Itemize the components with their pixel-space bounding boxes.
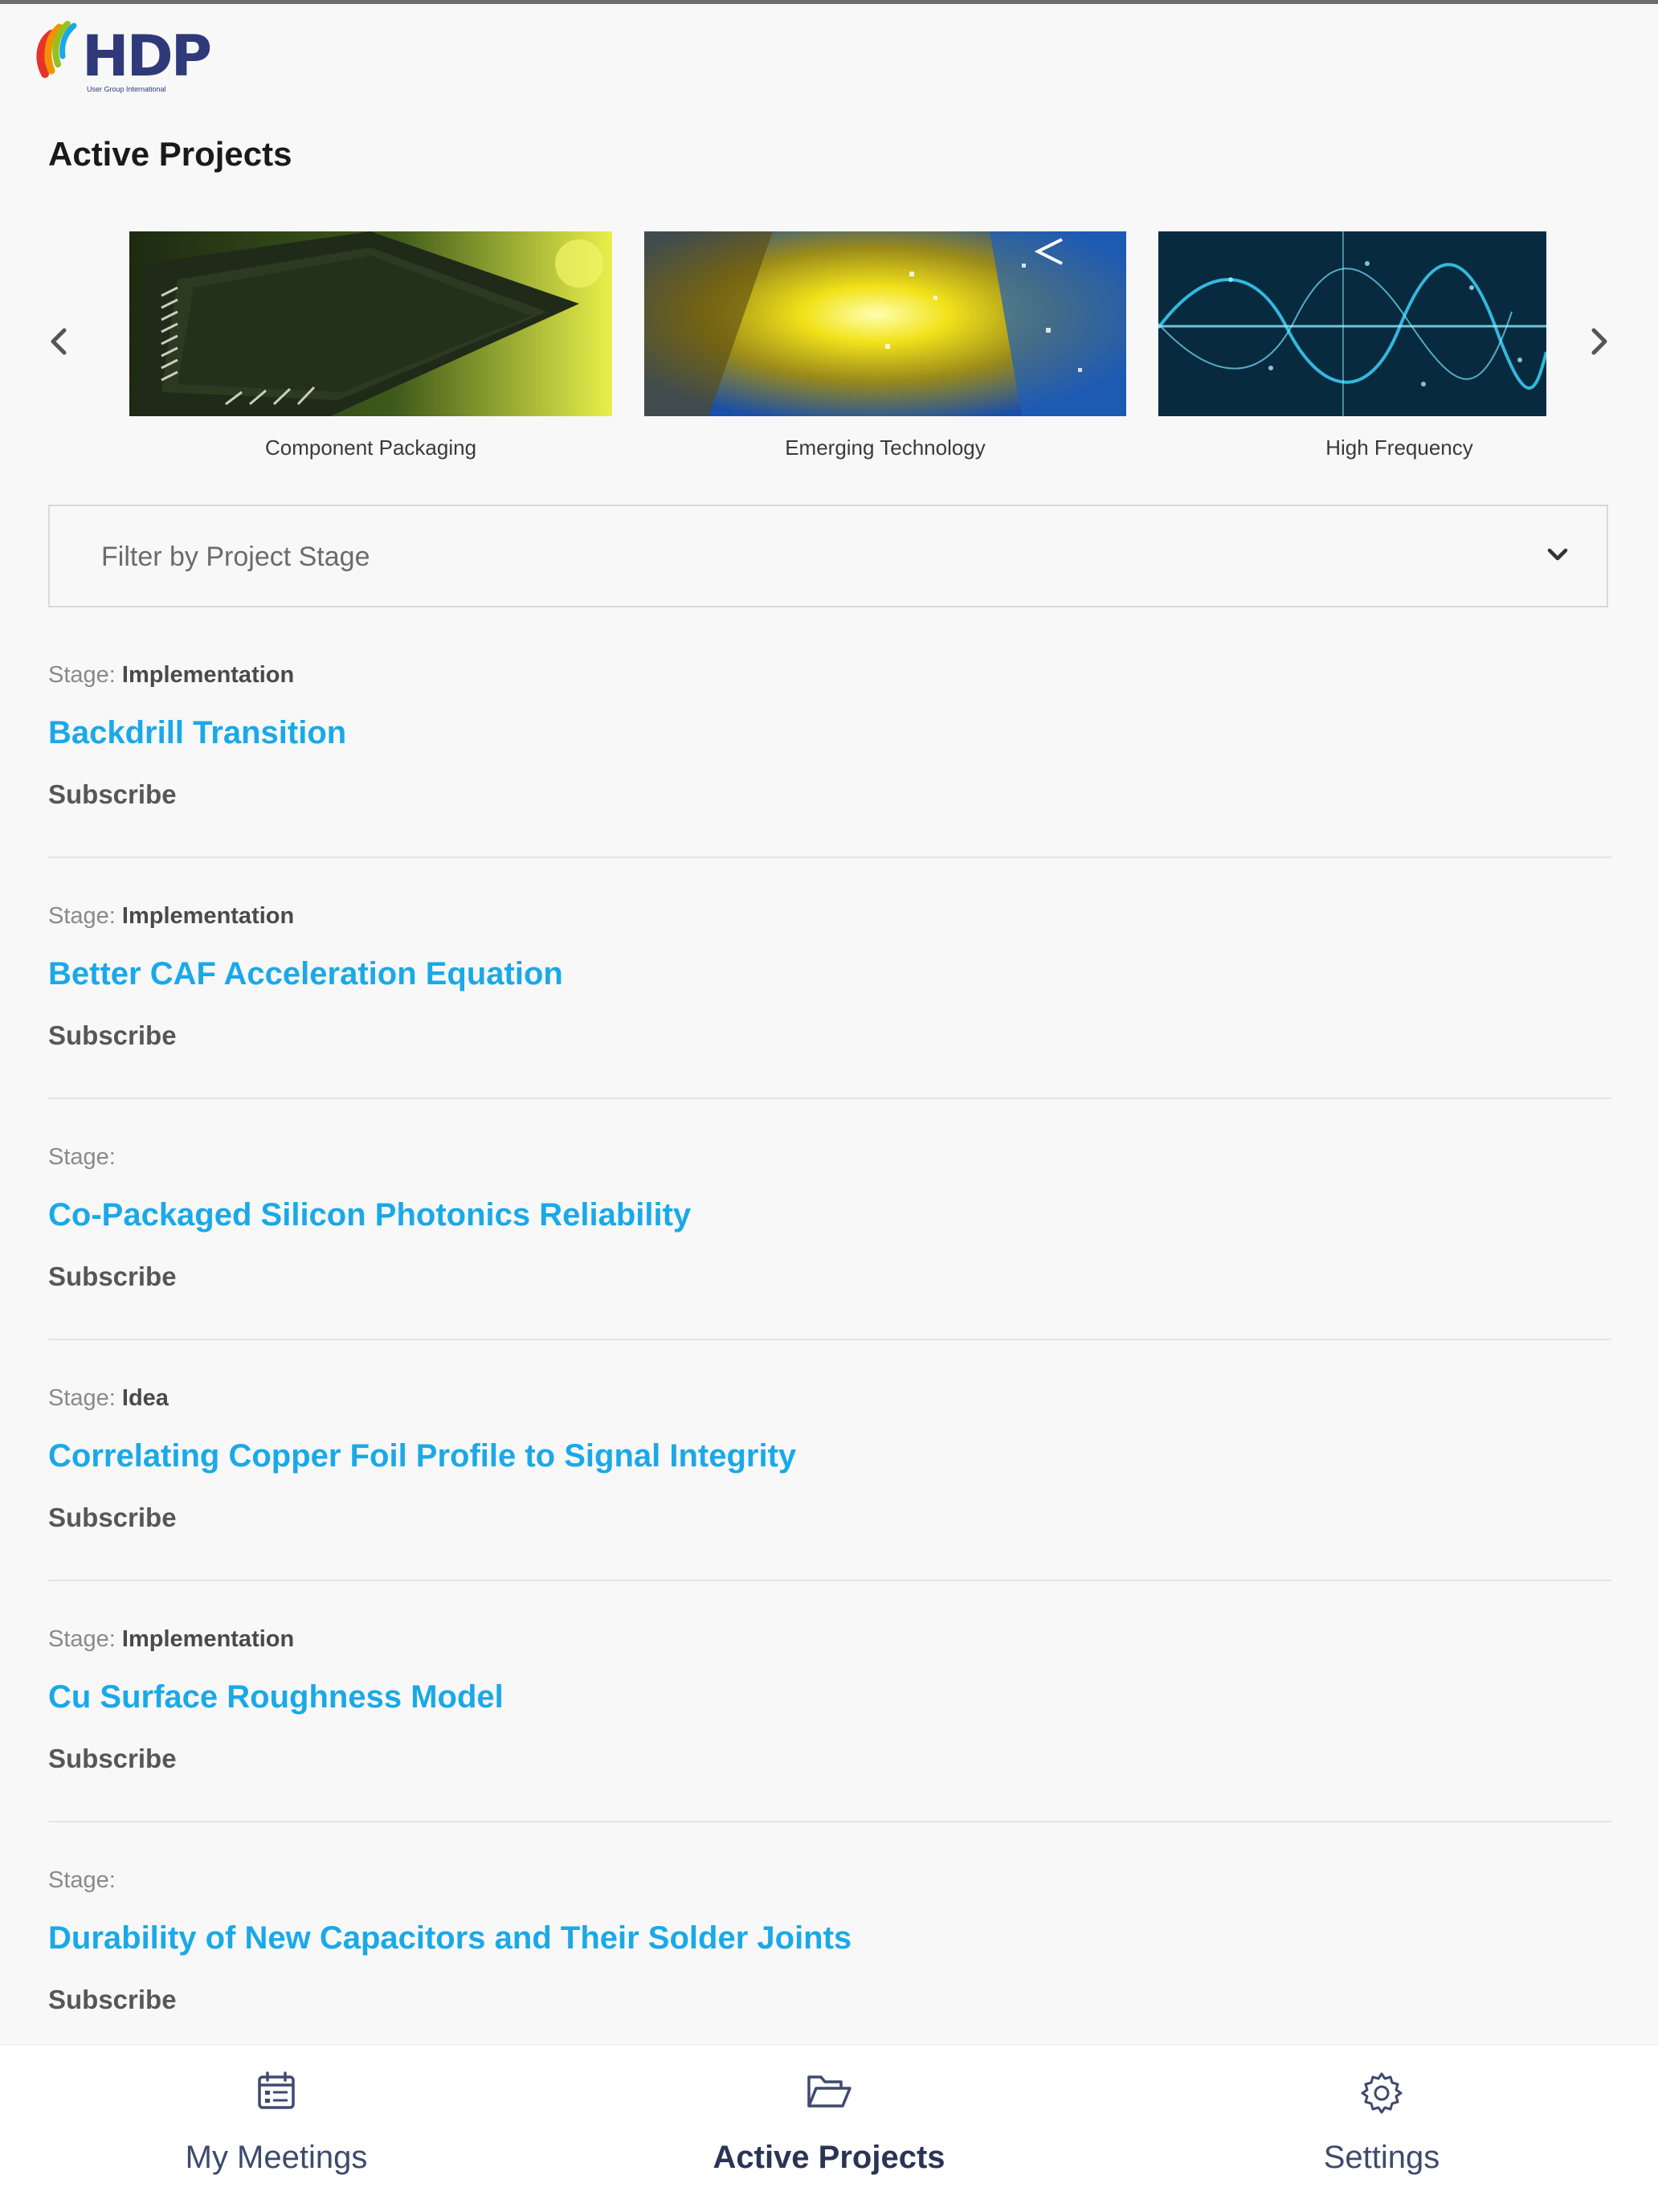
chevron-right-icon <box>1591 328 1607 355</box>
component-packaging-image <box>129 231 612 416</box>
stage-label: Stage: <box>48 1144 116 1170</box>
list-item: Stage: Idea Correlating Copper Foil Prof… <box>48 1385 1611 1626</box>
stage-line: Stage: Implementation <box>48 1626 294 1653</box>
project-title-link[interactable]: Cu Surface Roughness Model <box>48 1679 504 1715</box>
carousel-caption: High Frequency <box>1325 435 1473 460</box>
divider <box>48 1098 1611 1099</box>
carousel-prev-button[interactable] <box>39 321 79 362</box>
stage-label: Stage: <box>48 662 116 688</box>
nav-label: Active Projects <box>713 2140 945 2175</box>
carousel-caption: Component Packaging <box>264 435 477 460</box>
nav-label: Settings <box>1323 2140 1440 2175</box>
nav-item-settings[interactable]: Settings <box>1105 2045 1658 2212</box>
subscribe-button[interactable]: Subscribe <box>48 1503 177 1533</box>
carousel-card-high-frequency[interactable] <box>1158 231 1546 416</box>
stage-label: Stage: <box>48 1626 116 1652</box>
nav-item-active-projects[interactable]: Active Projects <box>553 2045 1105 2212</box>
project-title-link[interactable]: Correlating Copper Foil Profile to Signa… <box>48 1438 796 1474</box>
high-frequency-image <box>1158 231 1546 416</box>
project-title-link[interactable]: Better CAF Acceleration Equation <box>48 956 563 992</box>
divider <box>48 1339 1611 1340</box>
carousel-caption: Emerging Technology <box>785 435 986 460</box>
folder-open-icon <box>807 2075 851 2108</box>
divider <box>48 1580 1611 1581</box>
nav-item-my-meetings[interactable]: My Meetings <box>0 2045 553 2212</box>
project-title-link[interactable]: Backdrill Transition <box>48 715 346 751</box>
stage-line: Stage: <box>48 1867 116 1894</box>
stage-label: Stage: <box>48 1385 116 1411</box>
list-item: Stage: Implementation Backdrill Transiti… <box>48 662 1611 903</box>
project-title-link[interactable]: Durability of New Capacitors and Their S… <box>48 1920 851 1956</box>
stage-label: Stage: <box>48 903 116 929</box>
stage-value: Idea <box>121 1385 169 1411</box>
gear-icon <box>1361 2072 1403 2114</box>
top-border <box>0 0 1658 4</box>
nav-label: My Meetings <box>185 2140 368 2175</box>
stage-label: Stage: <box>48 1867 116 1893</box>
project-title-link[interactable]: Co-Packaged Silicon Photonics Reliabilit… <box>48 1197 691 1233</box>
divider <box>48 857 1611 858</box>
list-item: Stage: Co-Packaged Silicon Photonics Rel… <box>48 1144 1611 1385</box>
list-item: Stage: Implementation Cu Surface Roughne… <box>48 1626 1611 1867</box>
stage-value: Implementation <box>121 903 295 929</box>
chevron-down-icon <box>1547 548 1568 561</box>
subscribe-button[interactable]: Subscribe <box>48 1020 177 1051</box>
page-title: Active Projects <box>48 135 292 173</box>
list-item: Stage: Implementation Better CAF Acceler… <box>48 903 1611 1144</box>
emerging-technology-image <box>644 231 1126 416</box>
stage-value: Implementation <box>121 1626 295 1652</box>
logo-subtitle: User Group International <box>87 85 166 93</box>
subscribe-button[interactable]: Subscribe <box>48 1261 177 1292</box>
calendar-icon <box>258 2071 295 2109</box>
logo-wordmark: HDP <box>82 23 212 89</box>
filter-placeholder: Filter by Project Stage <box>101 542 370 572</box>
chevron-left-icon <box>51 328 67 355</box>
subscribe-button[interactable]: Subscribe <box>48 1744 177 1774</box>
carousel-next-button[interactable] <box>1579 321 1619 362</box>
divider <box>48 1821 1611 1822</box>
carousel-card-component-packaging[interactable] <box>129 231 612 416</box>
stage-value: Implementation <box>121 662 295 688</box>
stage-line: Stage: Implementation <box>48 662 294 689</box>
stage-line: Stage: Idea <box>48 1385 169 1412</box>
subscribe-button[interactable]: Subscribe <box>48 779 177 810</box>
carousel-card-emerging-technology[interactable] <box>644 231 1126 416</box>
hdp-logo: HDP User Group International <box>34 19 218 96</box>
project-stage-filter-select[interactable]: Filter by Project Stage <box>48 505 1608 607</box>
stage-line: Stage: <box>48 1144 116 1171</box>
bottom-nav-bar: My Meetings Active Projects Settings <box>0 2044 1658 2212</box>
subscribe-button[interactable]: Subscribe <box>48 1985 177 2015</box>
stage-line: Stage: Implementation <box>48 903 294 930</box>
